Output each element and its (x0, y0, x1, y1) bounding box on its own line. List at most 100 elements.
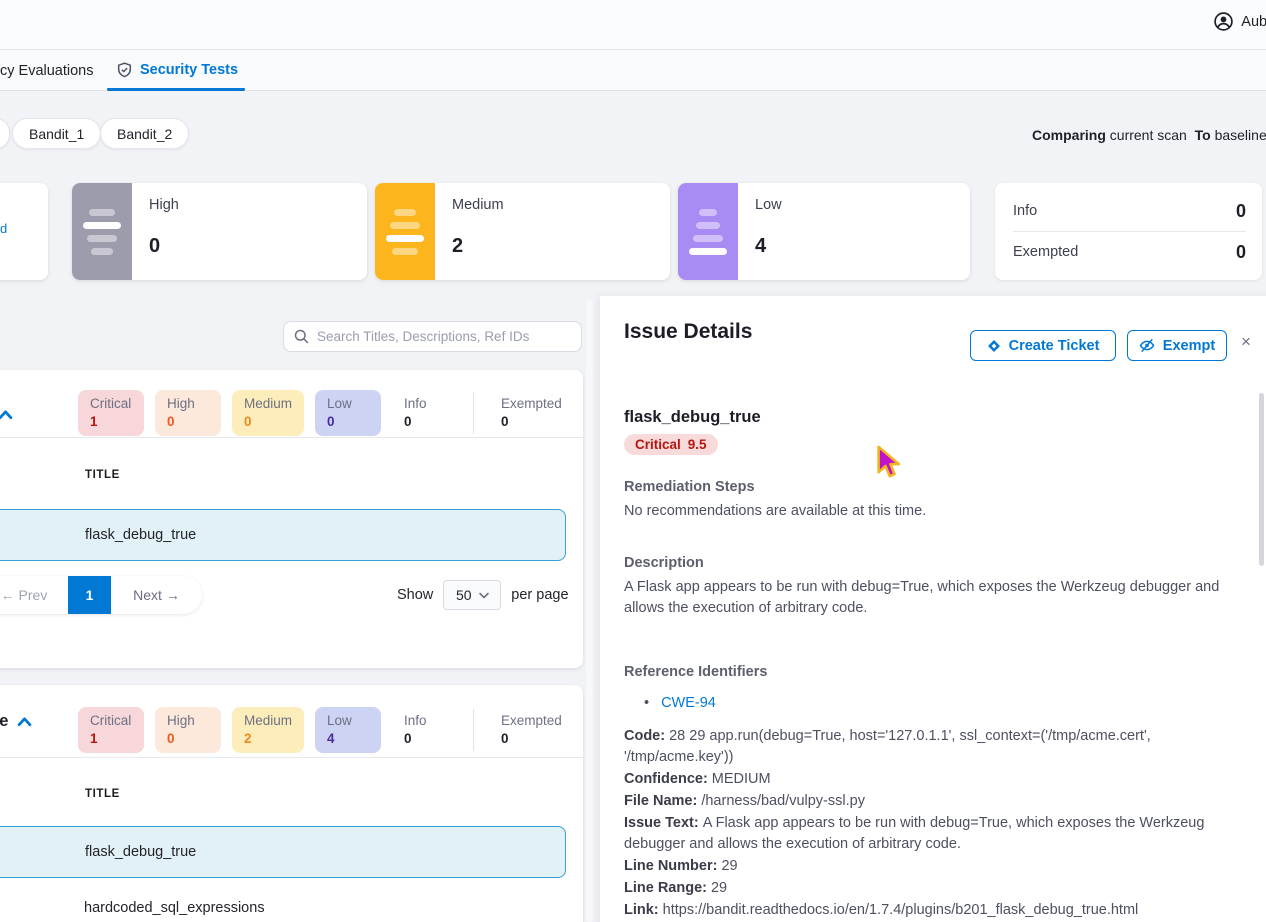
field-line-range: Line Range:29 (624, 878, 1252, 899)
low-card-count: 4 (755, 235, 766, 258)
pill-high[interactable]: High 0 (155, 707, 221, 753)
pill-critical[interactable]: Critical 1 (78, 390, 144, 436)
user-name: Aubre (1241, 14, 1266, 30)
show-label: Show (397, 587, 433, 603)
section-divider (0, 437, 583, 438)
scan-chip-bandit-2[interactable]: Bandit_2 (100, 118, 189, 149)
page-size-select[interactable]: 50 (443, 580, 501, 610)
title-column-header: TITLE (85, 469, 120, 481)
scan-chip-partial[interactable] (0, 118, 10, 149)
field-line-number: Line Number:29 (624, 856, 1252, 877)
tab-security-tests-label: Security Tests (140, 62, 238, 78)
issue-row-hardcoded-sql-expressions[interactable]: hardcoded_sql_expressions (0, 882, 566, 922)
pill-medium[interactable]: Medium 2 (232, 707, 304, 753)
remediation-heading: Remediation Steps (624, 479, 755, 495)
pill-exempted[interactable]: Exempted 0 (489, 707, 574, 753)
tab-policy-evaluations[interactable]: cy Evaluations (0, 63, 94, 79)
collapse-chevron-up-icon[interactable] (0, 407, 13, 422)
issue-details-heading: Issue Details (624, 320, 752, 344)
section-title[interactable]: tive (0, 712, 32, 731)
create-ticket-button[interactable]: Create Ticket (970, 330, 1116, 361)
tab-security-tests[interactable]: Security Tests (117, 62, 238, 78)
medium-card-label: Medium (452, 197, 504, 213)
page-1-button[interactable]: 1 (68, 576, 111, 614)
field-link: Link:https://bandit.readthedocs.io/en/1.… (624, 900, 1252, 921)
pill-low[interactable]: Low 4 (315, 707, 381, 753)
severity-pills-row: Critical 1 High 0 Medium 2 Low 4 Info 0 … (78, 707, 574, 753)
pill-critical[interactable]: Critical 1 (78, 707, 144, 753)
issue-title: flask_debug_true (624, 408, 761, 427)
close-icon[interactable]: × (1241, 332, 1251, 352)
pill-divider (473, 709, 474, 751)
per-page-label: per page (511, 587, 568, 603)
low-severity-icon (678, 183, 738, 280)
pill-medium[interactable]: Medium 0 (232, 390, 304, 436)
summary-card-low: Low 4 (678, 183, 970, 280)
field-file-name: File Name:/harness/bad/vulpy-ssl.py (624, 791, 1252, 812)
scan-chip-bandit-1[interactable]: Bandit_1 (12, 118, 101, 149)
title-column-header: TITLE (85, 788, 120, 800)
user-menu[interactable]: Aubre (1214, 12, 1266, 31)
severity-score-badge: Critical 9.5 (624, 434, 718, 455)
high-card-label: High (149, 197, 179, 213)
pill-low[interactable]: Low 0 (315, 390, 381, 436)
high-card-count: 0 (149, 235, 160, 258)
info-row: Info 0 (1013, 195, 1246, 227)
active-tab-underline (107, 88, 245, 91)
pill-high[interactable]: High 0 (155, 390, 221, 436)
details-scrollbar-thumb[interactable] (1259, 393, 1264, 566)
reference-identifiers-heading: Reference Identifiers (624, 664, 767, 680)
partial-link-fragment: d (0, 221, 7, 236)
search-input[interactable] (317, 329, 571, 344)
pill-exempted[interactable]: Exempted 0 (489, 390, 574, 436)
summary-card-partial: d (0, 183, 48, 280)
next-page-button[interactable]: Next → (111, 587, 202, 603)
shield-icon (117, 62, 132, 78)
field-confidence: Confidence:MEDIUM (624, 769, 1252, 790)
cwe-94-link[interactable]: CWE-94 (661, 695, 716, 711)
field-issue-text: Issue Text:A Flask app appears to be run… (624, 813, 1252, 855)
pill-info[interactable]: Info 0 (392, 707, 458, 753)
user-avatar-icon (1214, 12, 1233, 31)
high-severity-icon (72, 183, 132, 280)
collapse-chevron-up-icon[interactable] (17, 714, 32, 729)
issue-field-list: Code:28 29 app.run(debug=True, host='127… (624, 726, 1252, 922)
medium-severity-icon (375, 183, 435, 280)
section-title-fragment: tive (0, 712, 8, 731)
tab-bar: cy Evaluations Security Tests (0, 50, 1266, 91)
search-icon (294, 329, 309, 344)
issue-section-1: Critical 1 High 0 Medium 0 Low 0 Info 0 … (0, 370, 583, 668)
page-size-control: Show 50 per page (397, 580, 569, 610)
ticket-diamond-icon (987, 339, 1001, 353)
field-code: Code:28 29 app.run(debug=True, host='127… (624, 726, 1252, 768)
prev-page-button[interactable]: ← Prev (0, 587, 68, 603)
summary-card-medium: Medium 2 (375, 183, 670, 280)
issue-row-flask-debug-true[interactable]: flask_debug_true (0, 509, 566, 561)
pagination: ← Prev 1 Next → (0, 576, 202, 614)
description-heading: Description (624, 555, 704, 571)
summary-card-info-exempted: Info 0 Exempted 0 (995, 183, 1262, 280)
comparing-baseline-text: Comparing current scan To baseline (1032, 127, 1266, 143)
info-count: 0 (1236, 201, 1246, 222)
issue-section-2: tive Critical 1 High 0 Medium 2 Low 4 (0, 685, 583, 922)
left-panel-scrollbar[interactable] (586, 300, 593, 922)
issue-row-flask-debug-true[interactable]: flask_debug_true (0, 826, 566, 878)
exempt-button[interactable]: Exempt (1127, 330, 1227, 361)
chevron-down-icon (479, 592, 489, 599)
issue-details-panel: Issue Details Create Ticket Exempt × fla… (600, 296, 1266, 922)
remediation-body: No recommendations are available at this… (624, 501, 1249, 522)
severity-pills-row: Critical 1 High 0 Medium 0 Low 0 Info 0 … (78, 390, 574, 436)
eye-off-icon (1139, 338, 1155, 353)
info-label: Info (1013, 203, 1037, 219)
exempted-row: Exempted 0 (1013, 236, 1246, 268)
issue-search[interactable] (283, 321, 582, 352)
low-card-label: Low (755, 197, 782, 213)
pill-divider (473, 392, 474, 434)
medium-card-count: 2 (452, 235, 463, 258)
security-tests-screen: Aubre cy Evaluations Security Tests Band… (0, 0, 1266, 922)
pill-info[interactable]: Info 0 (392, 390, 458, 436)
section-divider (0, 757, 583, 758)
top-header: Aubre (0, 0, 1266, 50)
exempted-count: 0 (1236, 242, 1246, 263)
description-body: A Flask app appears to be run with debug… (624, 577, 1249, 619)
